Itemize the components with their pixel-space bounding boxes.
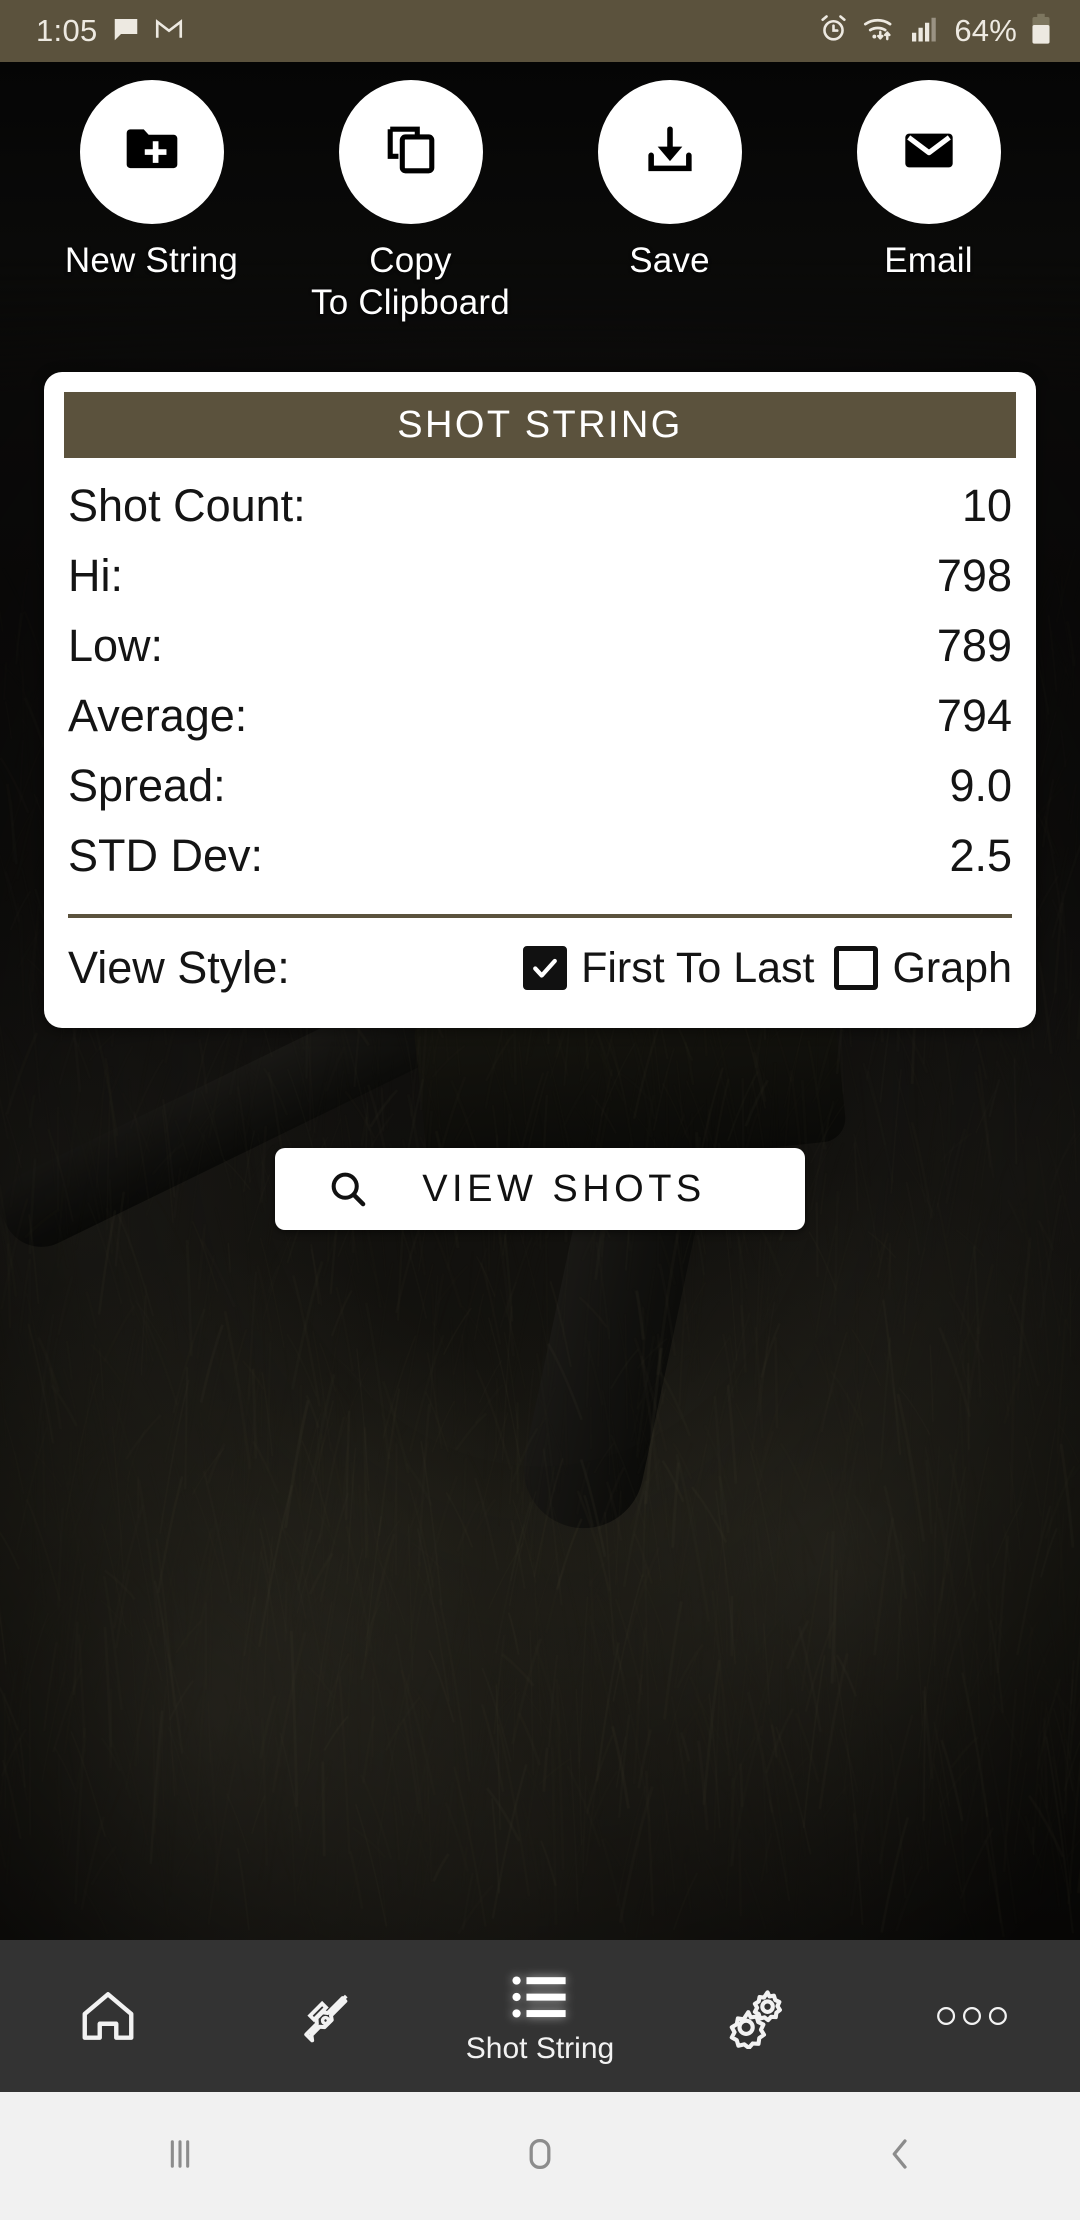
recents-icon (157, 2131, 203, 2182)
status-bar-right: 64% (818, 13, 1052, 50)
stat-label: STD Dev: (68, 830, 264, 881)
signal-icon (909, 14, 941, 49)
phone-screen: 1:05 64% New String Copy To Clipboard Sa… (0, 0, 1080, 2220)
status-bar: 1:05 64% (0, 0, 1080, 62)
stat-row-spread: Spread: 9.0 (68, 760, 1012, 830)
stat-label: Average: (68, 690, 248, 741)
rifle-icon (292, 1979, 356, 2053)
action-copy-to-clipboard[interactable]: Copy To Clipboard (281, 80, 540, 344)
copy-icon (382, 121, 440, 184)
stat-label: Spread: (68, 760, 226, 811)
stat-row-std-dev: STD Dev: 2.5 (68, 830, 1012, 900)
stat-value: 10 (961, 480, 1012, 531)
graph-label: Graph (892, 943, 1012, 992)
action-button-row: New String Copy To Clipboard Save Email (0, 62, 1080, 344)
envelope-icon (900, 121, 958, 184)
nav-item-home[interactable] (0, 1940, 216, 2092)
action-label: Save (629, 241, 710, 280)
card-header: SHOT STRING (64, 392, 1016, 458)
new-string-button[interactable] (79, 80, 224, 224)
card-title: SHOT STRING (397, 403, 683, 446)
stat-row-hi: Hi: 798 (68, 550, 1012, 620)
stat-label: Low: (68, 620, 164, 671)
battery-percent: 64% (954, 13, 1017, 48)
search-icon (327, 1168, 369, 1210)
stats-list: Shot Count: 10 Hi: 798 Low: 789 Average:… (44, 458, 1036, 900)
stat-value: 9.0 (949, 760, 1012, 811)
action-label: Email (884, 241, 973, 280)
wifi-icon (862, 13, 896, 49)
nav-label-shot-string: Shot String (465, 2032, 615, 2065)
download-icon (641, 121, 699, 184)
view-shots-label: VIEW SHOTS (422, 1167, 706, 1210)
alarm-icon (818, 13, 849, 49)
view-style-option-graph[interactable]: Graph (834, 944, 1012, 993)
battery-icon (1030, 13, 1052, 50)
stat-value: 794 (936, 690, 1012, 741)
bottom-navigation-bar: Shot String (0, 1940, 1080, 2092)
more-dots-icon (935, 1979, 1009, 2053)
message-icon (111, 14, 141, 49)
status-bar-left: 1:05 (36, 13, 184, 49)
action-email[interactable]: Email (799, 80, 1058, 344)
action-new-string[interactable]: New String (22, 80, 281, 344)
copy-to-clipboard-button[interactable] (338, 80, 483, 224)
stat-label: Shot Count: (68, 480, 306, 531)
graph-checkbox[interactable] (834, 946, 879, 990)
view-style-label: View Style: (68, 942, 290, 993)
nav-item-rifle[interactable] (216, 1940, 432, 2092)
system-navigation-bar (0, 2092, 1080, 2220)
nav-item-settings[interactable] (648, 1940, 864, 2092)
folder-plus-icon (121, 119, 183, 186)
stat-row-average: Average: 794 (68, 690, 1012, 760)
gears-icon (723, 1979, 789, 2053)
back-icon (877, 2131, 923, 2182)
shot-string-card: SHOT STRING Shot Count: 10 Hi: 798 Low: … (44, 372, 1036, 1028)
first-to-last-checkbox[interactable] (523, 946, 568, 990)
gmail-icon (154, 14, 184, 49)
nav-item-more[interactable] (864, 1940, 1080, 2092)
view-style-options: First To Last Graph (523, 944, 1012, 993)
view-style-row: View Style: First To Last Graph (44, 918, 1036, 994)
save-button[interactable] (597, 80, 742, 224)
email-button[interactable] (856, 80, 1001, 224)
view-shots-button[interactable]: VIEW SHOTS (275, 1148, 805, 1230)
home-icon (77, 1979, 139, 2053)
stat-row-low: Low: 789 (68, 620, 1012, 690)
action-label-line2: To Clipboard (311, 283, 510, 322)
action-save[interactable]: Save (540, 80, 799, 344)
action-label: New String (64, 241, 239, 280)
view-style-option-first-to-last[interactable]: First To Last (523, 944, 814, 993)
status-time: 1:05 (36, 13, 98, 48)
back-button[interactable] (720, 2131, 1080, 2182)
check-icon (533, 958, 557, 978)
first-to-last-label: First To Last (581, 943, 815, 992)
stat-value: 798 (936, 550, 1012, 601)
recents-button[interactable] (0, 2131, 360, 2182)
stat-label: Hi: (68, 550, 123, 601)
stat-row-shot-count: Shot Count: 10 (68, 480, 1012, 550)
list-icon (511, 1966, 569, 2028)
home-button[interactable] (360, 2131, 720, 2182)
stat-value: 2.5 (949, 830, 1012, 881)
home-square-icon (517, 2131, 563, 2182)
action-label-line1: Copy (369, 241, 452, 280)
nav-item-shot-string[interactable]: Shot String (432, 1940, 648, 2092)
stat-value: 789 (936, 620, 1012, 671)
action-label: Copy To Clipboard (311, 240, 510, 324)
